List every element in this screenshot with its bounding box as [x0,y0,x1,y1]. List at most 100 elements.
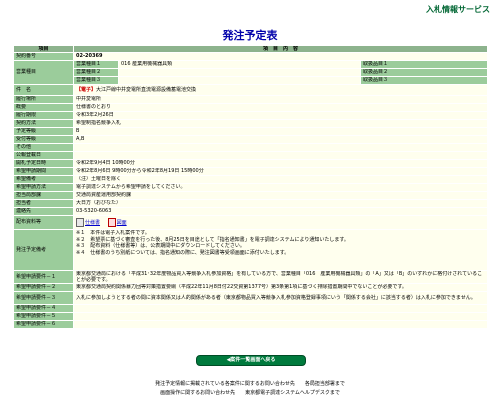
back-to-list-button[interactable]: ◀案件一覧画面へ戻る [196,355,306,366]
label-requirement-1: 希望申請要件－１ [13,270,74,284]
value-subject: 【電子】大江戸線中井変電所直流電源設備蓄電池交換 [72,84,489,96]
row-other: その他 [13,143,489,152]
label-place: 履行場所 [13,95,74,104]
value-apply-notes: （注）土曜日を除く [72,175,489,184]
value-contract-no: 02-20369 [72,52,489,61]
label-handling-item-1: 取扱品目１ [359,60,489,69]
value-other [72,143,489,152]
row-announce-date: 公報登載日 [13,151,489,160]
row-period: 履行期限 令和3年2月26日 [13,111,489,120]
label-order-notes: 発注予定備考 [13,229,74,271]
value-period: 令和3年2月26日 [72,111,489,120]
value-business-type-3 [118,76,361,85]
spec-document-link[interactable]: 仕様書 [85,220,100,226]
table-header-row: 項目 項 目 内 容 [13,45,489,53]
label-summary: 概要 [13,103,74,112]
row-method: 契約方法 希望制指名競争入札 [13,119,489,128]
row-documents: 配布資料等 仕様書 図面 [13,215,489,230]
label-contract-no: 契約番号 [13,52,74,61]
value-order-notes: ※１ 本件は電子入札案件です。 ※２ 希望票に基づく審査を行った後、8月25日を… [72,229,489,271]
value-department: 交通局資産運用部契約課 [72,191,489,200]
label-other: その他 [13,143,74,152]
row-contract-no: 契約番号 02-20369 [13,52,489,61]
label-method: 契約方法 [13,119,74,128]
value-requirement-2: 東京都交通局契約関係暴力団等対策措置要綱（平成22年11月8日付22交資第137… [72,283,489,292]
label-business-type-2: 営業種目２ [73,68,119,77]
value-person: 大日方（おびなた） [72,199,489,208]
label-business-type: 営業種目 [13,60,74,85]
label-business-type-3: 営業種目３ [73,76,119,85]
row-subject: 件 名 【電子】大江戸線中井変電所直流電源設備蓄電池交換 [13,84,489,96]
order-note-4: ※４ 仕様書のうち別紙については、指名通知の際に、発注図書等受領画面に添付いたし… [76,249,290,256]
row-requirement-2: 希望申請要件－２ 東京都交通局契約関係暴力団等対策措置要綱（平成22年11月8日… [13,283,489,292]
value-apply-period: 令和2年8月6日 9時00分から令和2年8月19日 15時00分 [72,167,489,176]
pdf-icon [107,218,116,227]
label-eligible: 受付等級 [13,135,74,144]
label-requirement-5: 希望申請要件－５ [13,312,74,321]
value-documents: 仕様書 図面 [72,215,489,230]
subject-text: 大江戸線中井変電所直流電源設備蓄電池交換 [96,86,197,93]
label-handling-item-3: 取扱品目３ [359,76,489,85]
value-requirement-5 [72,312,489,321]
drawing-document-link[interactable]: 図面 [117,220,127,226]
row-apply-period: 希望申請期間 令和2年8月6日 9時00分から令和2年8月19日 15時00分 [13,167,489,176]
row-summary: 概要 仕様書のとおり [13,103,489,112]
row-apply-method: 希望申請方法 電子調達システムから希望申請をしてください。 [13,183,489,192]
value-requirement-4 [72,304,489,313]
value-business-type-2 [118,68,361,77]
value-business-type-1: 016 産業用機械器具類 [118,60,361,69]
order-schedule-table: 項目 項 目 内 容 契約番号 02-20369 営業種目 営業種目１ 016 … [13,45,489,329]
footer-inquiry-line: 発注予定情報に掲載されている各案件に関するお問い合わせ先 各局担当部署まで [155,381,345,387]
label-subject: 件 名 [13,84,74,96]
label-business-type-1: 営業種目１ [73,60,119,69]
label-grade: 予定等級 [13,127,74,136]
label-period: 履行期限 [13,111,74,120]
row-grade: 予定等級 B [13,127,489,136]
footer: 発注予定情報に掲載されている各案件に関するお問い合わせ先 各局担当部署まで 画面… [0,380,500,398]
value-method: 希望制指名競争入札 [72,119,489,128]
value-summary: 仕様書のとおり [72,103,489,112]
label-handling-item-2: 取扱品目２ [359,68,489,77]
row-department: 担当局部課 交通局資産運用部契約課 [13,191,489,200]
row-requirement-5: 希望申請要件－５ [13,312,489,321]
value-open-date: 令和2年9月4日 10時00分 [72,159,489,168]
value-requirement-6 [72,320,489,329]
page-title: 発注予定表 [222,29,278,42]
row-order-notes: 発注予定備考 ※１ 本件は電子入札案件です。 ※２ 希望票に基づく審査を行った後… [13,229,489,271]
row-place: 履行場所 中井変電所 [13,95,489,104]
value-contact: 03-5320-6063 [72,207,489,216]
value-requirement-3: 入札に参加しようとする者の間に資本関係又は人的関係がある者（東京都物品買入等競争… [72,291,489,305]
value-grade: B [72,127,489,136]
row-requirement-4: 希望申請要件－４ [13,304,489,313]
value-requirement-1: 東京都交通局における「平成31･32年度物品買入等競争入札参加資格」を有している… [72,270,489,284]
value-eligible: A,B [72,135,489,144]
row-eligible: 受付等級 A,B [13,135,489,144]
row-requirement-3: 希望申請要件－３ 入札に参加しようとする者の間に資本関係又は人的関係がある者（東… [13,291,489,305]
label-requirement-6: 希望申請要件－６ [13,320,74,329]
label-apply-method: 希望申請方法 [13,183,74,192]
value-announce-date [72,151,489,160]
row-open-date: 開札予定日時 令和2年9月4日 10時00分 [13,159,489,168]
document-icon [76,218,84,227]
label-requirement-2: 希望申請要件－２ [13,283,74,292]
label-apply-period: 希望申請期間 [13,167,74,176]
label-department: 担当局部課 [13,191,74,200]
row-business-type-3: 営業種目３ 取扱品目３ [14,76,489,85]
label-requirement-3: 希望申請要件－３ [13,291,74,305]
electronic-tag: 【電子】 [76,86,97,93]
row-apply-notes: 希望備考 （注）土曜日を除く [13,175,489,184]
label-contact: 連絡先 [13,207,74,216]
label-apply-notes: 希望備考 [13,175,74,184]
value-place: 中井変電所 [72,95,489,104]
row-requirement-1: 希望申請要件－１ 東京都交通局における「平成31･32年度物品買入等競争入札参加… [13,270,489,284]
row-person: 担当者 大日方（おびなた） [13,199,489,208]
label-person: 担当者 [13,199,74,208]
header-content: 項 目 内 容 [72,45,489,53]
label-documents: 配布資料等 [13,215,74,230]
site-name: 入札情報サービス [426,5,490,14]
row-requirement-6: 希望申請要件－６ [13,320,489,329]
label-open-date: 開札予定日時 [13,159,74,168]
header-item: 項目 [13,45,74,53]
label-announce-date: 公報登載日 [13,151,74,160]
footer-helpdesk-line: 画面操作に関するお問い合わせ先 東京都電子調達システムヘルプデスクまで [160,390,340,396]
